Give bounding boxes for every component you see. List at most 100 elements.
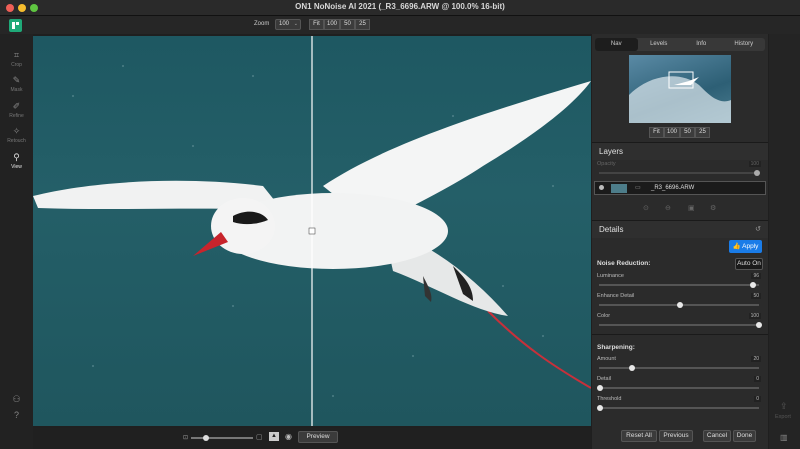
window-title: ON1 NoNoise AI 2021 (_R3_6696.ARW @ 100.… [295,2,505,11]
color-slider[interactable] [599,322,762,328]
luminance-value[interactable]: 96 [751,273,761,279]
amount-value[interactable]: 20 [751,356,761,362]
account-button[interactable]: ⚇ [0,394,33,406]
enhance-detail-slider-knob[interactable] [677,302,683,308]
cancel-button[interactable]: Cancel [703,430,731,442]
luminance-slider[interactable] [599,282,759,288]
layer-thumbnail [611,184,627,193]
details-title: Details [599,225,624,234]
export-label[interactable]: Export [775,414,791,420]
zoom-slider-knob[interactable] [203,435,209,441]
view-magnifier-icon: ⚲ [13,152,20,162]
mask-brush-icon: ✎ [12,75,21,85]
compare-view-icon[interactable]: ▲ [269,432,279,441]
help-icon: ? [13,410,19,420]
panel-toggle-icon[interactable]: ▥ [780,433,788,442]
nav-50-button[interactable]: 50 [680,127,695,138]
export-strip: ⇪ Export ▥ [769,34,800,449]
preview-button[interactable]: Preview [298,431,338,443]
overlay-mode-icon[interactable]: ◉ [285,432,292,441]
luminance-slider-knob[interactable] [750,282,756,288]
tool-refine[interactable]: ✐ Refine [0,101,33,119]
zoom-in-icon[interactable]: ▢ [256,433,263,441]
color-value[interactable]: 100 [748,313,761,319]
nav-100-button[interactable]: 100 [664,127,680,138]
layer-visibility-icon[interactable] [599,185,604,190]
zoom-slider-track[interactable] [191,435,253,441]
layer-settings-icon[interactable]: ⚙ [710,204,716,212]
sharpening-label: Sharpening: [597,344,635,351]
tool-view-label: View [11,164,22,170]
zoom-25-button[interactable]: 25 [355,19,370,30]
amount-slider[interactable] [599,365,759,371]
layer-row[interactable]: ▭ _R3_6696.ARW [594,181,766,195]
zoom-select[interactable]: 100 ⌄ [275,19,301,30]
detail-value[interactable]: 0 [754,376,761,382]
color-label: Color [597,313,611,319]
amount-label: Amount [597,356,616,362]
reset-all-button[interactable]: Reset All [621,430,657,442]
luminance-label: Luminance [597,273,624,279]
zoom-50-button[interactable]: 50 [340,19,355,30]
tab-nav[interactable]: Nav [595,38,638,51]
opacity-slider-knob[interactable] [754,170,760,176]
tool-view[interactable]: ⚲ View [0,152,33,170]
navigator-thumbnail[interactable] [629,55,731,123]
apply-button[interactable]: 👍 Apply [729,240,762,253]
threshold-slider-knob[interactable] [597,405,603,411]
zoom-fit-button[interactable]: Fit [309,19,324,30]
thumbs-up-icon: 👍 [732,243,741,250]
tab-history[interactable]: History [723,38,766,51]
detail-label: Detail [597,376,612,382]
tool-crop-label: Crop [11,62,22,68]
layer-film-icon: ▭ [635,185,641,191]
tool-sidebar: ⌗ Crop ✎ Mask ✐ Refine ✧ Retouch ⚲ View … [0,34,33,449]
detail-slider[interactable] [597,385,759,391]
zoom-value: 100 [279,21,290,27]
opacity-label: Opacity [597,161,616,167]
detail-slider-knob[interactable] [597,385,603,391]
tab-levels[interactable]: Levels [638,38,681,51]
opacity-value: 100 [748,161,761,167]
threshold-value[interactable]: 0 [754,396,761,402]
nav-fit-button[interactable]: Fit [649,127,664,138]
enhance-detail-slider[interactable] [599,302,759,308]
tool-mask[interactable]: ✎ Mask [0,75,33,93]
amount-slider-knob[interactable] [629,365,635,371]
enhance-detail-value[interactable]: 50 [751,293,761,299]
chevron-down-icon: ⌄ [293,21,298,27]
color-slider-knob[interactable] [756,322,762,328]
title-bar: ON1 NoNoise AI 2021 (_R3_6696.ARW @ 100.… [0,0,800,16]
reset-details-icon[interactable]: ↺ [755,225,761,233]
layers-header[interactable]: Layers [592,142,768,160]
tool-retouch-label: Retouch [7,138,26,144]
layer-mask-icon[interactable]: ⊖ [665,204,671,212]
navigator-preview [629,71,731,123]
zoom-label: Zoom [254,21,270,27]
layer-name: _R3_6696.ARW [651,185,695,191]
export-icon[interactable]: ⇪ [780,401,788,412]
tool-retouch[interactable]: ✧ Retouch [0,126,33,144]
help-button[interactable]: ? [0,410,33,421]
nav-25-button[interactable]: 25 [695,127,710,138]
zoom-out-icon[interactable]: ⊡ [183,434,188,441]
tool-crop[interactable]: ⌗ Crop [0,50,33,68]
previous-button[interactable]: Previous [659,430,693,442]
bottom-toolbar: ⊡ ▢ ▲ ◉ Preview [33,428,591,449]
auto-on-button[interactable]: Auto On [735,258,763,270]
tool-mask-label: Mask [10,87,23,93]
bird-photo [33,36,591,426]
tab-info[interactable]: Info [680,38,723,51]
zoom-100-button[interactable]: 100 [324,19,340,30]
layer-options-icon[interactable]: ⊙ [643,204,649,212]
done-button[interactable]: Done [733,430,756,442]
threshold-label: Threshold [597,396,622,402]
details-header[interactable]: Details ↺ [592,220,768,238]
refine-brush-icon: ✐ [12,101,21,111]
image-canvas[interactable] [33,36,591,426]
section-divider [592,334,768,335]
threshold-slider[interactable] [597,405,759,411]
opacity-slider[interactable] [599,170,760,176]
noise-reduction-label: Noise Reduction: [597,260,651,267]
layer-add-icon[interactable]: ▣ [688,204,695,212]
